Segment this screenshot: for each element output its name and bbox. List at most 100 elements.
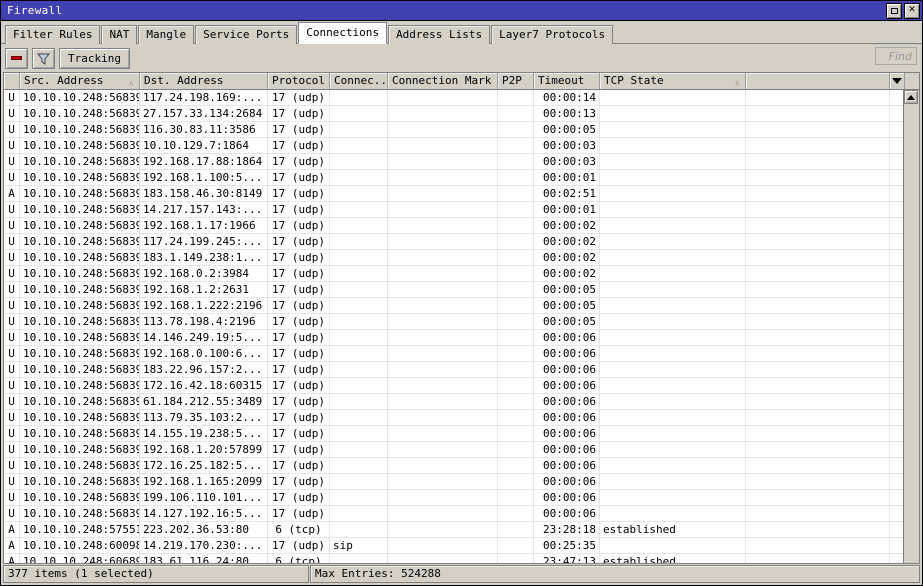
table-row[interactable]: U 10.10.10.248:56839 172.16.42.18:60315 17 … [4, 378, 919, 394]
cell-flag: U [4, 218, 20, 233]
column-header-cmark[interactable]: Connection Mark [388, 73, 498, 89]
cell-dst: 223.202.36.53:80 [140, 522, 268, 537]
table-row[interactable]: U 10.10.10.248:56839 113.79.35.103:2... 17 … [4, 410, 919, 426]
cell-connmark [330, 314, 388, 329]
cell-pad [746, 522, 890, 537]
tab-layer7-protocols[interactable]: Layer7 Protocols [491, 25, 614, 44]
cell-pad [746, 330, 890, 345]
table-rows: U 10.10.10.248:56839 117.24.198.169:... 17 … [4, 90, 919, 563]
remove-button[interactable] [5, 47, 28, 69]
cell-tcp [600, 298, 746, 313]
cell-dst: 183.158.46.30:8149 [140, 186, 268, 201]
tab-filter-rules[interactable]: Filter Rules [5, 25, 101, 44]
column-header-timeout[interactable]: Timeout [534, 73, 600, 89]
column-header-label: Protocol [272, 74, 325, 87]
table-row[interactable]: U 10.10.10.248:56839 27.157.33.134:2684 17 … [4, 106, 919, 122]
column-chooser-button[interactable] [890, 73, 905, 89]
table-row[interactable]: U 10.10.10.248:56839 192.168.1.165:2099 17 … [4, 474, 919, 490]
cell-flag: U [4, 458, 20, 473]
cell-dst: 192.168.1.165:2099 [140, 474, 268, 489]
cell-pad [746, 170, 890, 185]
table-row[interactable]: U 10.10.10.248:56839 10.10.129.7:1864 17 (u… [4, 138, 919, 154]
cell-pad [746, 410, 890, 425]
table-row[interactable]: U 10.10.10.248:56839 14.155.19.238:5... 17 … [4, 426, 919, 442]
tab-connections[interactable]: Connections [298, 22, 388, 44]
table-row[interactable]: U 10.10.10.248:56839 14.127.192.16:5... 17 … [4, 506, 919, 522]
table-row[interactable]: U 10.10.10.248:56839 192.168.0.100:6... 17 … [4, 346, 919, 362]
table-row[interactable]: A 10.10.10.248:60689 183.61.116.24:80 6 (tc… [4, 554, 919, 563]
table-row[interactable]: U 10.10.10.248:56839 192.168.0.2:3984 17 (u… [4, 266, 919, 282]
table-row[interactable]: A 10.10.10.248:57551 223.202.36.53:80 6 (tc… [4, 522, 919, 538]
cell-flag: U [4, 426, 20, 441]
cell-src: 10.10.10.248:56839 [20, 362, 140, 377]
cell-pad [746, 362, 890, 377]
table-row[interactable]: U 10.10.10.248:56839 183.22.96.157:2... 17 … [4, 362, 919, 378]
table-row[interactable]: U 10.10.10.248:56839 192.168.1.17:1966 17 (… [4, 218, 919, 234]
table-row[interactable]: U 10.10.10.248:56839 14.217.157.143:... 17 … [4, 202, 919, 218]
cell-cmark [388, 458, 498, 473]
table-row[interactable]: U 10.10.10.248:56839 172.16.25.182:5... 17 … [4, 458, 919, 474]
close-button[interactable]: ✕ [904, 2, 920, 19]
cell-p2p [498, 394, 534, 409]
cell-pad [746, 394, 890, 409]
cell-src: 10.10.10.248:56839 [20, 90, 140, 105]
find-input[interactable]: Find [875, 47, 917, 65]
maximize-button[interactable] [886, 2, 902, 19]
table-row[interactable]: A 10.10.10.248:60098 14.219.170.230:... 17 … [4, 538, 919, 554]
scroll-up-button[interactable] [904, 90, 918, 104]
cell-p2p [498, 426, 534, 441]
table-row[interactable]: U 10.10.10.248:56839 14.146.249.19:5... 17 … [4, 330, 919, 346]
column-header-flag[interactable] [4, 73, 20, 89]
column-header-pad[interactable] [746, 73, 890, 89]
cell-timeout: 00:00:03 [534, 138, 600, 153]
table-row[interactable]: U 10.10.10.248:56839 192.168.1.100:5... 17 … [4, 170, 919, 186]
cell-connmark [330, 378, 388, 393]
table-row[interactable]: U 10.10.10.248:56839 192.168.1.222:2196 17 … [4, 298, 919, 314]
tab-address-lists[interactable]: Address Lists [388, 25, 491, 44]
cell-timeout: 00:00:06 [534, 410, 600, 425]
cell-flag: U [4, 330, 20, 345]
tracking-button[interactable]: Tracking [59, 47, 130, 69]
cell-src: 10.10.10.248:56839 [20, 218, 140, 233]
cell-dst: 27.157.33.134:2684 [140, 106, 268, 121]
column-header-dst[interactable]: Dst. Address [140, 73, 268, 89]
column-header-src[interactable]: Src. Address ∧ [20, 73, 140, 89]
tab-nat[interactable]: NAT [101, 25, 138, 44]
cell-p2p [498, 442, 534, 457]
cell-connmark [330, 122, 388, 137]
cell-pad [746, 298, 890, 313]
filter-button[interactable] [32, 47, 55, 69]
table-row[interactable]: U 10.10.10.248:56839 199.106.110.101... 17 … [4, 490, 919, 506]
table-row[interactable]: U 10.10.10.248:56839 116.30.83.11:3586 17 (… [4, 122, 919, 138]
column-header-tcp[interactable]: TCP State ∧ [600, 73, 746, 89]
tab-mangle[interactable]: Mangle [138, 25, 195, 44]
vertical-scrollbar[interactable] [903, 90, 919, 563]
table-row[interactable]: U 10.10.10.248:56839 192.168.1.20:57899 17 … [4, 442, 919, 458]
chevron-down-icon [892, 78, 902, 84]
cell-p2p [498, 362, 534, 377]
table-row[interactable]: U 10.10.10.248:56839 192.168.17.88:1864 17 … [4, 154, 919, 170]
table-row[interactable]: U 10.10.10.248:56839 192.168.1.2:2631 17 (u… [4, 282, 919, 298]
table-row[interactable]: A 10.10.10.248:56839 183.158.46.30:8149 17 … [4, 186, 919, 202]
table-row[interactable]: U 10.10.10.248:56839 183.1.149.238:1... 17 … [4, 250, 919, 266]
cell-src: 10.10.10.248:56839 [20, 202, 140, 217]
cell-connmark [330, 186, 388, 201]
cell-connmark [330, 346, 388, 361]
cell-cmark [388, 522, 498, 537]
column-header-connmark[interactable]: Connec... [330, 73, 388, 89]
firewall-window: Firewall ✕ Filter Rules NAT Mangle Service … [0, 0, 923, 586]
cell-connmark [330, 250, 388, 265]
tab-service-ports[interactable]: Service Ports [195, 25, 298, 44]
table-row[interactable]: U 10.10.10.248:56839 61.184.212.55:3489 17 … [4, 394, 919, 410]
column-header-label: TCP State [604, 74, 664, 87]
cell-p2p [498, 106, 534, 121]
cell-flag: U [4, 410, 20, 425]
cell-cmark [388, 298, 498, 313]
column-header-proto[interactable]: Protocol [268, 73, 330, 89]
column-header-p2p[interactable]: P2P [498, 73, 534, 89]
cell-connmark [330, 554, 388, 563]
table-row[interactable]: U 10.10.10.248:56839 117.24.198.169:... 17 … [4, 90, 919, 106]
table-row[interactable]: U 10.10.10.248:56839 117.24.199.245:... 17 … [4, 234, 919, 250]
cell-src: 10.10.10.248:56839 [20, 266, 140, 281]
table-row[interactable]: U 10.10.10.248:56839 113.78.198.4:2196 17 (… [4, 314, 919, 330]
